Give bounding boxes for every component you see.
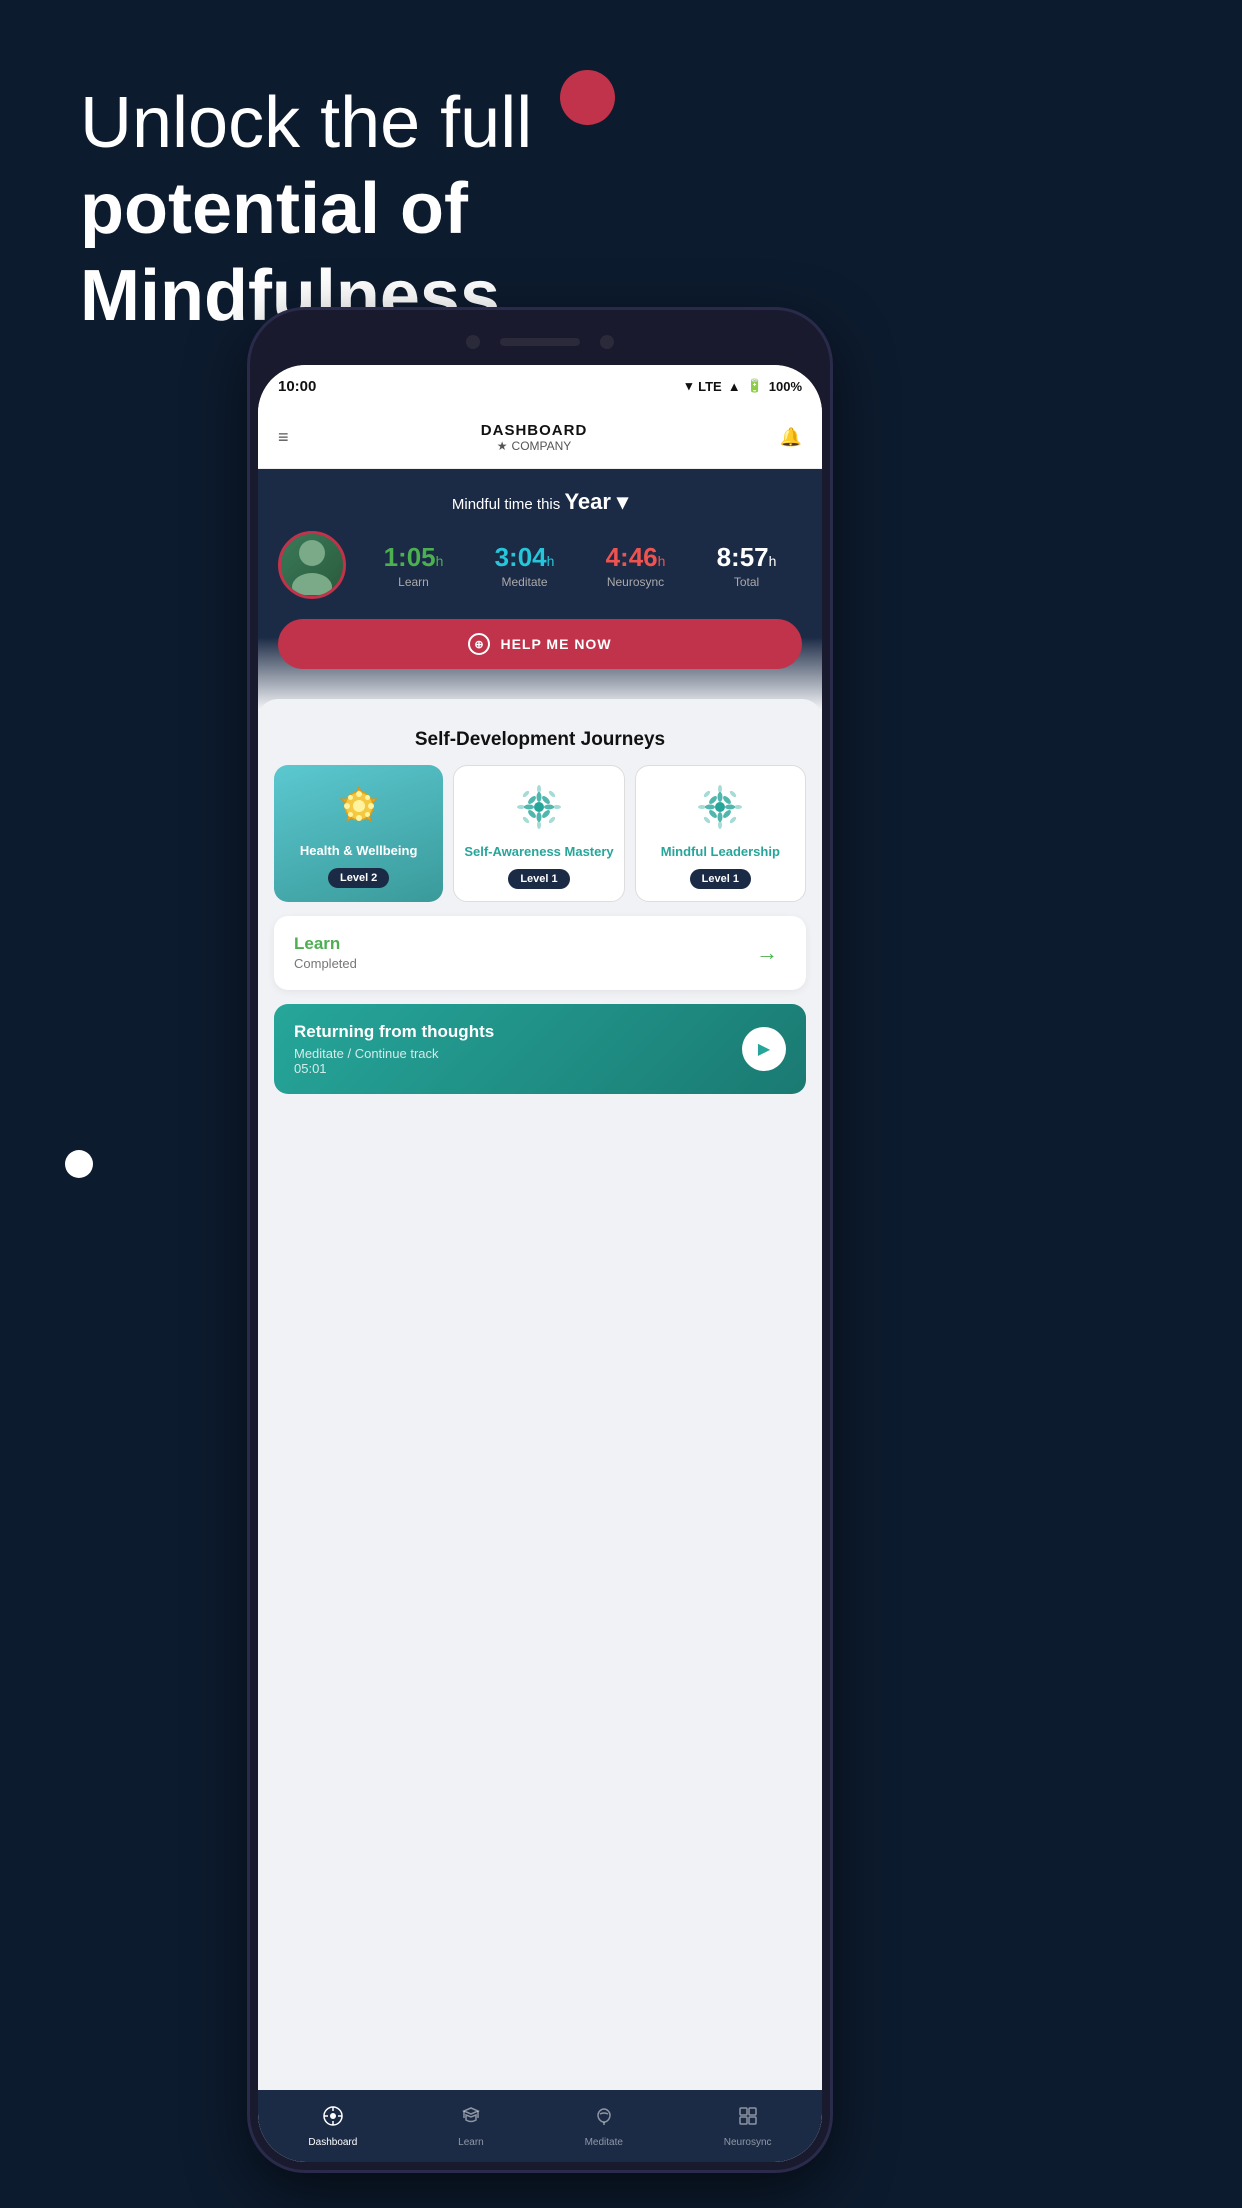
help-label: HELP ME NOW — [500, 636, 611, 652]
learn-card-title: Learn — [294, 934, 357, 954]
learn-card-info: Learn Completed — [294, 934, 357, 971]
stat-total-label: Total — [717, 575, 777, 589]
journey-card-leadership-level: Level 1 — [690, 869, 751, 889]
section-title: Self-Development Journeys — [274, 729, 806, 751]
stats-items: 1:05h Learn 3:04h Meditate 4:46h Neurosy… — [358, 542, 802, 589]
journey-card-awareness-title: Self-Awareness Mastery — [464, 844, 613, 861]
meditate-card-title: Returning from thoughts — [294, 1022, 494, 1042]
stat-learn-label: Learn — [384, 575, 444, 589]
journey-card-health-level: Level 2 — [328, 868, 389, 888]
nav-item-dashboard[interactable]: Dashboard — [308, 2105, 357, 2148]
front-camera — [466, 335, 480, 349]
meditate-card[interactable]: Returning from thoughts Meditate / Conti… — [274, 1004, 806, 1094]
learn-icon — [460, 2105, 482, 2133]
meditate-icon — [593, 2105, 615, 2133]
headline-line1: Unlock the full — [80, 80, 600, 166]
star-icon: ★ — [497, 439, 508, 453]
time-header: Mindful time this Year ▾ — [278, 489, 802, 515]
journey-card-leadership[interactable]: Mindful Leadership Level 1 — [635, 765, 806, 902]
journey-card-health-title: Health & Wellbeing — [300, 843, 418, 860]
nav-item-neurosync[interactable]: Neurosync — [724, 2105, 772, 2148]
phone-top-bar — [250, 318, 830, 366]
nav-label-learn: Learn — [458, 2137, 484, 2148]
header-title-sub: ★ COMPANY — [481, 439, 588, 453]
help-icon: ⊕ — [468, 633, 490, 655]
time-period: Year ▾ — [564, 489, 628, 514]
nav-item-learn[interactable]: Learn — [458, 2105, 484, 2148]
meditate-card-duration: 05:01 — [294, 1061, 494, 1076]
nav-label-meditate: Meditate — [585, 2137, 623, 2148]
journey-card-health[interactable]: Health & Wellbeing Level 2 — [274, 765, 443, 902]
status-time: 10:00 — [278, 378, 316, 395]
nav-label-dashboard: Dashboard — [308, 2137, 357, 2148]
play-button[interactable]: ▶ — [742, 1027, 786, 1071]
journey-card-leadership-title: Mindful Leadership — [661, 844, 780, 861]
stat-meditate: 3:04h Meditate — [495, 542, 555, 589]
scroll-content[interactable]: Mindful time this Year ▾ — [258, 469, 822, 2090]
mandala-awareness-icon — [512, 780, 566, 834]
wave-separator — [258, 699, 822, 719]
speaker — [500, 338, 580, 346]
stat-neuro-label: Neurosync — [606, 575, 666, 589]
dashboard-icon — [322, 2105, 344, 2133]
learn-arrow-button[interactable]: → — [748, 934, 786, 972]
phone-screen: 10:00 ▾ LTE ▲ 🔋 100% ≡ DASHBOARD ★ COMPA… — [258, 365, 822, 2162]
stat-neuro-value: 4:46h — [606, 542, 666, 573]
hamburger-icon[interactable]: ≡ — [278, 427, 289, 448]
battery-icon: 🔋 — [747, 378, 763, 394]
dashboard-section: Mindful time this Year ▾ — [258, 469, 822, 709]
stat-learn-value: 1:05h — [384, 542, 444, 573]
journey-card-awareness[interactable]: Self-Awareness Mastery Level 1 — [453, 765, 624, 902]
help-me-now-button[interactable]: ⊕ HELP ME NOW — [278, 619, 802, 669]
medal-icon — [332, 779, 386, 833]
learn-completed-card[interactable]: Learn Completed → — [274, 916, 806, 990]
meditate-card-subtitle: Meditate / Continue track — [294, 1046, 494, 1061]
stat-total-value: 8:57h — [717, 542, 777, 573]
header-title-block: DASHBOARD ★ COMPANY — [481, 422, 588, 453]
journey-card-awareness-level: Level 1 — [508, 869, 569, 889]
journey-cards-row: Health & Wellbeing Level 2 — [274, 765, 806, 902]
phone-frame: 10:00 ▾ LTE ▲ 🔋 100% ≡ DASHBOARD ★ COMPA… — [250, 310, 830, 2170]
journey-section: Self-Development Journeys — [258, 719, 822, 1110]
neurosync-icon — [737, 2105, 759, 2133]
lte-label: LTE — [698, 379, 722, 394]
stat-meditate-label: Meditate — [495, 575, 555, 589]
headline-part2: potential of — [80, 169, 468, 249]
app-header: ≡ DASHBOARD ★ COMPANY 🔔 — [258, 407, 822, 469]
time-label: Mindful time this — [452, 496, 560, 513]
battery-percent: 100% — [769, 379, 802, 394]
white-dot-decoration — [65, 1150, 93, 1178]
learn-card-subtitle: Completed — [294, 956, 357, 971]
bell-icon[interactable]: 🔔 — [780, 427, 802, 448]
bottom-nav: Dashboard Learn — [258, 2090, 822, 2162]
sensor — [600, 335, 614, 349]
header-title-main: DASHBOARD — [481, 422, 588, 439]
stat-meditate-value: 3:04h — [495, 542, 555, 573]
wifi-icon: ▾ — [686, 378, 693, 394]
meditate-card-info: Returning from thoughts Meditate / Conti… — [294, 1022, 494, 1076]
mandala-leadership-icon — [693, 780, 747, 834]
status-bar: 10:00 ▾ LTE ▲ 🔋 100% — [258, 365, 822, 407]
nav-label-neurosync: Neurosync — [724, 2137, 772, 2148]
stats-row: 1:05h Learn 3:04h Meditate 4:46h Neurosy… — [278, 531, 802, 599]
header-company: COMPANY — [512, 439, 572, 453]
background-headline: Unlock the full potential of Mindfulness… — [80, 80, 600, 339]
avatar — [278, 531, 346, 599]
nav-item-meditate[interactable]: Meditate — [585, 2105, 623, 2148]
stat-learn: 1:05h Learn — [384, 542, 444, 589]
signal-icon: ▲ — [728, 379, 741, 394]
status-right-icons: ▾ LTE ▲ 🔋 100% — [686, 378, 802, 394]
stat-total: 8:57h Total — [717, 542, 777, 589]
stat-neuro: 4:46h Neurosync — [606, 542, 666, 589]
